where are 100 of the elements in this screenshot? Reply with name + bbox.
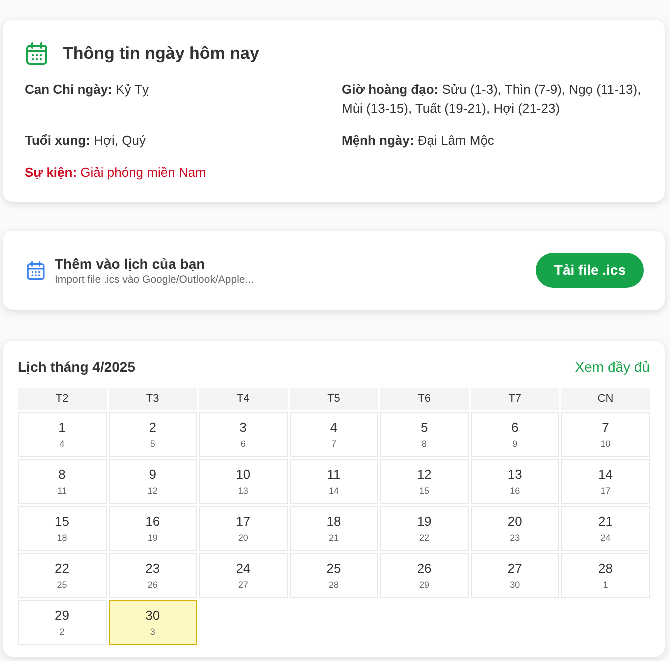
day-cell[interactable]: 13 16 xyxy=(470,459,560,504)
lunar-day: 7 xyxy=(331,438,336,450)
lunar-day: 14 xyxy=(328,484,339,496)
weekday-header: T4 xyxy=(199,388,288,410)
info-text: Mệnh ngày: Đại Lâm Mộc xyxy=(342,132,496,150)
day-cell[interactable]: 19 22 xyxy=(380,506,469,551)
info-text: Giờ hoàng đạo: Sửu (1-3), Thìn (7-9), Ngọ (11-13), Mùi (13-15), Tuất (19-21), Hợi (21-23) xyxy=(342,81,642,118)
day-cell[interactable]: 16 19 xyxy=(108,506,198,551)
day-cell[interactable]: 3 6 xyxy=(199,412,288,457)
day-cell[interactable]: 2 5 xyxy=(108,412,198,457)
lunar-day: 27 xyxy=(238,578,248,590)
lunar-day: 18 xyxy=(57,532,68,544)
solar-day: 21 xyxy=(598,514,613,530)
info-text: Tuổi xung: Hợi, Quý xyxy=(25,132,147,150)
lunar-day: 19 xyxy=(148,532,158,544)
solar-day: 10 xyxy=(236,466,251,482)
day-cell[interactable]: 22 25 xyxy=(18,553,107,598)
lunar-day: 30 xyxy=(510,578,520,590)
solar-day: 24 xyxy=(236,560,251,576)
event-text: Sự kiện: Giải phóng miền Nam xyxy=(25,164,208,182)
day-cell[interactable]: 10 13 xyxy=(199,459,288,504)
lunar-day: 10 xyxy=(600,438,611,450)
lunar-day: 5 xyxy=(150,438,156,450)
card-title: Thông tin ngày hôm nay xyxy=(63,43,260,65)
weekday-header: T5 xyxy=(290,388,378,410)
solar-day: 5 xyxy=(420,420,428,436)
lunar-day: 8 xyxy=(422,438,428,450)
solar-day: 25 xyxy=(326,560,342,576)
day-cell[interactable]: 7 10 xyxy=(561,412,650,457)
lunar-day: 20 xyxy=(238,532,248,544)
solar-day: 9 xyxy=(149,466,156,482)
solar-day: 23 xyxy=(146,560,160,576)
solar-day: 20 xyxy=(508,514,522,530)
solar-day: 6 xyxy=(512,420,519,436)
day-cell[interactable]: 25 28 xyxy=(290,553,378,598)
day-cell[interactable]: 8 11 xyxy=(18,459,107,504)
day-cell[interactable]: 29 2 xyxy=(18,600,107,645)
day-cell[interactable]: 9 12 xyxy=(108,459,198,504)
day-cell[interactable]: 20 23 xyxy=(470,506,560,551)
solar-day: 7 xyxy=(602,420,610,436)
solar-day: 2 xyxy=(149,420,156,436)
solar-day: 16 xyxy=(146,514,160,530)
day-cell[interactable]: 12 15 xyxy=(380,459,469,504)
solar-day: 11 xyxy=(327,466,341,482)
day-cell[interactable]: 1 4 xyxy=(18,412,107,457)
solar-day: 14 xyxy=(598,466,613,482)
lunar-day: 1 xyxy=(603,578,608,590)
lunar-day: 24 xyxy=(600,532,611,544)
lunar-day: 6 xyxy=(240,438,246,450)
calendar-icon xyxy=(25,42,49,66)
solar-day: 28 xyxy=(598,560,613,576)
day-cell[interactable]: 27 30 xyxy=(470,553,560,598)
lunar-day: 28 xyxy=(328,578,339,590)
lunar-day: 11 xyxy=(58,484,67,496)
calendar-title: Lịch tháng 4/2025 xyxy=(18,358,136,377)
lunar-day: 15 xyxy=(420,484,430,496)
solar-day: 29 xyxy=(55,608,70,624)
lunar-day: 3 xyxy=(150,626,156,638)
weekday-header: T3 xyxy=(108,388,198,410)
day-cell[interactable]: 30 3 xyxy=(108,600,198,645)
weekday-header: T7 xyxy=(470,388,560,410)
solar-day: 13 xyxy=(508,466,522,482)
info-text: Can Chi ngày: Kỷ Tỵ xyxy=(25,81,150,99)
solar-day: 12 xyxy=(417,466,432,482)
day-cell[interactable]: 11 14 xyxy=(290,459,378,504)
lunar-day: 13 xyxy=(238,484,248,496)
solar-day: 27 xyxy=(508,560,522,576)
solar-day: 3 xyxy=(240,420,248,436)
day-cell[interactable]: 18 21 xyxy=(290,506,378,551)
solar-day: 8 xyxy=(58,466,66,482)
day-cell[interactable]: 21 24 xyxy=(561,506,650,551)
lunar-day: 16 xyxy=(510,484,520,496)
lunar-day: 21 xyxy=(328,532,339,544)
solar-day: 18 xyxy=(326,514,342,530)
lunar-day: 9 xyxy=(512,438,518,450)
day-cell[interactable]: 14 17 xyxy=(561,459,650,504)
day-cell[interactable]: 26 29 xyxy=(380,553,469,598)
weekday-header: CN xyxy=(561,388,650,410)
solar-day: 15 xyxy=(55,514,70,530)
day-cell[interactable]: 24 27 xyxy=(199,553,288,598)
day-cell[interactable]: 17 20 xyxy=(199,506,288,551)
lunar-day: 22 xyxy=(420,532,430,544)
solar-day: 17 xyxy=(236,514,251,530)
lunar-day: 17 xyxy=(600,484,611,496)
day-cell[interactable]: 6 9 xyxy=(470,412,560,457)
weekday-header: T6 xyxy=(380,388,469,410)
day-cell[interactable]: 4 7 xyxy=(290,412,378,457)
solar-day: 30 xyxy=(146,608,160,624)
day-cell[interactable]: 5 8 xyxy=(380,412,469,457)
lunar-day: 25 xyxy=(57,578,68,590)
lunar-day: 23 xyxy=(510,532,520,544)
lunar-day: 4 xyxy=(60,438,65,450)
weekday-header: T2 xyxy=(18,388,107,410)
solar-day: 22 xyxy=(55,560,70,576)
card-title: Thêm vào lịch của bạn xyxy=(55,254,206,272)
day-cell[interactable]: 28 1 xyxy=(561,553,650,598)
solar-day: 19 xyxy=(417,514,432,530)
solar-day: 4 xyxy=(330,420,338,436)
day-cell[interactable]: 23 26 xyxy=(108,553,198,598)
day-cell[interactable]: 15 18 xyxy=(18,506,107,551)
